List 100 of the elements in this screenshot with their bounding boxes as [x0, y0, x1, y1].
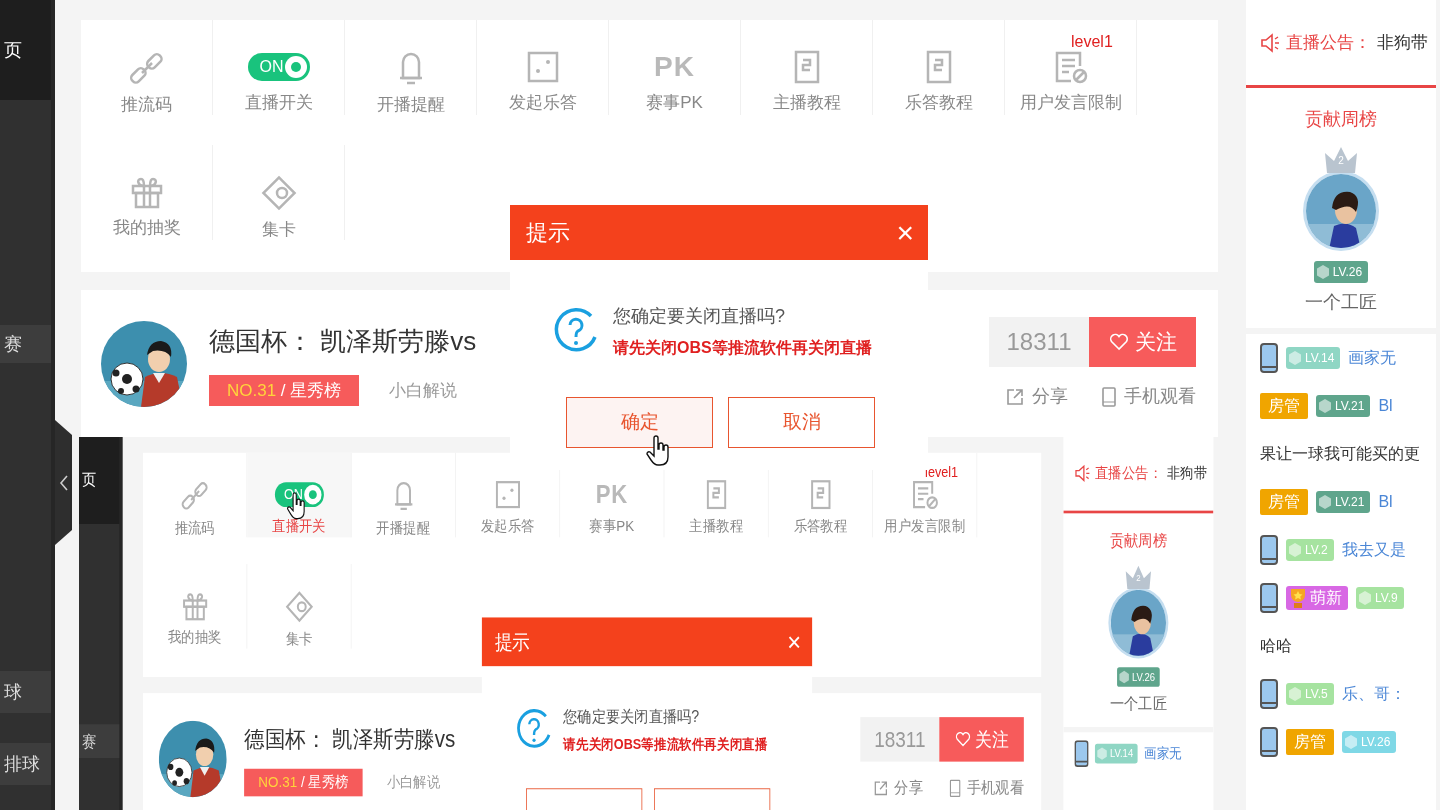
toolbar-item[interactable]: 主播教程 [741, 20, 873, 115]
phone-icon [1260, 679, 1278, 709]
toolbar-item[interactable]: 我的抽奖 [81, 145, 213, 240]
toolbar-item[interactable]: 乐答教程 [873, 20, 1005, 115]
hexagon-icon [1288, 686, 1302, 702]
admin-badge: 房管 [1260, 393, 1308, 419]
user-name[interactable]: Bl [1378, 394, 1393, 418]
toolbar-item[interactable]: 推流码 [143, 452, 248, 538]
chat-message: 果让一球我可能买的更 [1260, 444, 1420, 464]
level-badge: LV.21 [1316, 395, 1371, 417]
user-name[interactable]: 乐、哥： [1341, 682, 1406, 706]
admin-badge: 房管 [1286, 729, 1334, 755]
chain-link-icon [180, 479, 209, 512]
user-name[interactable]: Bl [1378, 490, 1393, 514]
toolbar-item[interactable]: 开播提醒 [345, 20, 477, 115]
sidebar-item[interactable]: 赛 [79, 724, 120, 759]
level-badge: LV.21 [1316, 491, 1371, 513]
question-icon [515, 708, 553, 751]
mobile-watch-link[interactable]: 手机观看 [1102, 383, 1196, 410]
phone-icon [1102, 386, 1116, 407]
level-badge: LV.9 [1356, 587, 1404, 609]
stream-title: 德国杯： 凯泽斯劳滕vs [244, 723, 456, 754]
close-button[interactable]: × [787, 628, 802, 656]
hexagon-icon [1318, 494, 1332, 510]
sidebar-item[interactable]: 赛 [0, 325, 51, 363]
phone-icon [1260, 343, 1278, 373]
fan-name: 一个工匠 [1305, 291, 1377, 314]
level-label: level1 [925, 463, 959, 482]
user-name[interactable]: 画家无 [1348, 346, 1397, 370]
level-badge: LV.14 [1286, 347, 1341, 369]
document-edit-icon [1053, 50, 1088, 84]
follow-button[interactable]: 关注 [1089, 317, 1196, 367]
toolbar-item[interactable]: PK 赛事PK [609, 20, 741, 115]
sidebar-item[interactable]: 页 [0, 0, 51, 100]
dialog-title: 提示 [494, 629, 530, 656]
toolbar-item[interactable]: 集卡 [213, 145, 345, 240]
pk-icon: PK [595, 481, 628, 507]
chain-link-icon [128, 50, 165, 86]
ranking-title[interactable]: 贡献周榜 [1246, 106, 1436, 133]
toolbar-item[interactable]: 我的抽奖 [143, 564, 248, 649]
rank-number: 2 [1337, 156, 1345, 166]
chat-message: 哈哈 [1260, 636, 1292, 656]
chevron-left-icon [58, 473, 69, 492]
sidebar-item[interactable]: 排球 [0, 743, 51, 785]
sidebar-item[interactable]: 球 [0, 671, 51, 713]
toolbar-item[interactable]: 推流码 [81, 20, 213, 115]
follower-count: 18311 [989, 317, 1089, 367]
phone-icon [1260, 535, 1278, 565]
dice-icon [494, 480, 521, 509]
diamond-card-icon [283, 588, 315, 625]
user-name[interactable]: 我去又是 [1341, 538, 1406, 562]
user-name[interactable]: 画家无 [1144, 742, 1183, 765]
ranking-title[interactable]: 贡献周榜 [1063, 529, 1214, 554]
follower-count: 18311 [860, 717, 940, 762]
share-icon [873, 779, 888, 796]
dialog-question: 您确定要关闭直播吗? [613, 304, 786, 328]
crown-icon [1324, 145, 1358, 175]
bell-icon [392, 479, 415, 512]
hexagon-icon [1318, 398, 1332, 414]
document-icon [705, 479, 727, 510]
dialog-question: 您确定要关闭直播吗? [563, 705, 701, 727]
mobile-watch-link[interactable]: 手机观看 [949, 775, 1024, 800]
dialog-button[interactable]: 确定 [566, 397, 713, 448]
phone-icon [1260, 583, 1278, 613]
hexagon-icon [1315, 264, 1330, 280]
crown-icon [1124, 564, 1152, 591]
hexagon-icon [1096, 746, 1108, 761]
hexagon-icon [1118, 669, 1130, 685]
share-link[interactable]: 分享 [1006, 383, 1068, 410]
hexagon-icon [1344, 734, 1358, 750]
level-label: level1 [1071, 32, 1113, 52]
rank-number: 2 [1135, 573, 1142, 583]
dialog-button[interactable]: 取消 [728, 397, 875, 448]
toolbar-item[interactable]: 开播提醒 [351, 452, 456, 538]
dialog-warning: 请先关闭OBS等推流软件再关闭直播 [613, 337, 872, 358]
gift-icon [181, 590, 209, 621]
heart-icon [954, 731, 971, 748]
notice-label: 直播公告： [1286, 31, 1371, 54]
toolbar-item[interactable]: 集卡 [247, 564, 352, 649]
level-badge: LV.26 [1116, 667, 1160, 687]
hexagon-icon [1358, 590, 1372, 606]
toolbar-item[interactable]: ON 直播开关 [213, 20, 345, 115]
sidebar-item[interactable]: 页 [79, 437, 120, 524]
speaker-icon [1074, 463, 1091, 482]
toolbar-item[interactable]: 发起乐答 [477, 20, 609, 115]
dice-icon [526, 50, 559, 83]
document-icon [810, 479, 831, 510]
level-badge: LV.2 [1286, 539, 1334, 561]
stream-title: 德国杯： 凯泽斯劳滕vs [209, 324, 477, 358]
heart-icon [1108, 333, 1129, 351]
phone-icon [1074, 740, 1089, 767]
share-link[interactable]: 分享 [873, 775, 923, 800]
speaker-icon [1260, 32, 1280, 53]
follow-button[interactable]: 关注 [939, 717, 1024, 762]
toggle-switch[interactable]: ON [247, 52, 310, 81]
newbie-badge: 萌新 [1286, 586, 1348, 610]
close-button[interactable]: × [896, 217, 914, 248]
hexagon-icon [1288, 542, 1302, 558]
document-icon [925, 50, 952, 84]
dialog-title: 提示 [526, 219, 570, 247]
